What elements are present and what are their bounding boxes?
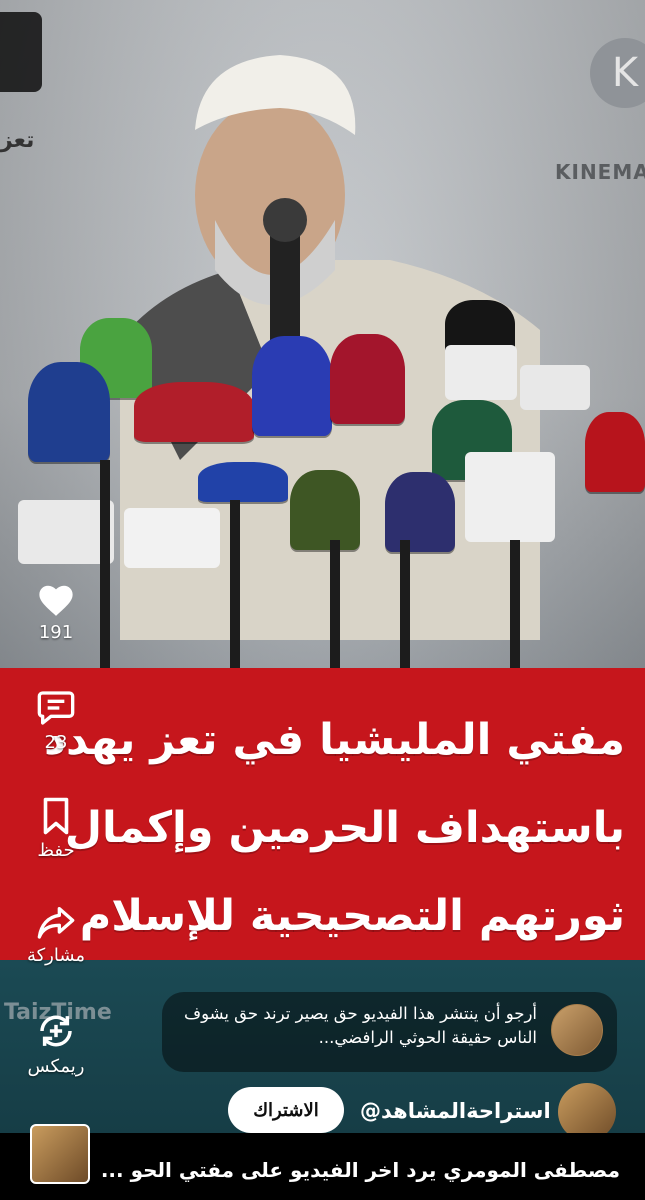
microphone [134,382,254,442]
comments-button[interactable]: 23 [6,688,106,753]
like-button[interactable]: 191 [6,582,106,643]
kinemaster-watermark: KINEMA [555,160,645,184]
remix-button[interactable]: ريمكس [6,1010,106,1077]
next-video-thumbnail[interactable] [30,1124,90,1184]
channel-name[interactable]: @استراحةالمشاهد [360,1099,551,1123]
comments-count: 23 [44,732,68,753]
microphone-flag [520,365,590,410]
channel-watermark-logo [0,12,42,92]
commenter-avatar [551,1004,603,1056]
microphone [385,472,455,552]
share-label: مشاركة [26,945,86,966]
like-count: 191 [38,622,74,643]
microphone-flag [124,508,220,568]
caption-line: ثورتهم التصحيحية للإسلام [79,891,625,941]
microphone [28,362,110,462]
caption-line: باستهداف الحرمين وإكمال [64,803,625,853]
microphone-flag [445,345,517,400]
caption-line: مفتي المليشيا في تعز يهدد [43,715,625,765]
save-label: حفظ [37,840,75,861]
microphone [585,412,645,492]
microphone [330,334,405,424]
microphone [252,336,332,436]
comment-text: أرجو أن ينتشر هذا الفيديو حق يصير ترند ح… [183,1004,537,1047]
share-icon [37,907,75,939]
microphone-stand [330,540,340,670]
pinned-comment[interactable]: أرجو أن ينتشر هذا الفيديو حق يصير ترند ح… [162,992,617,1072]
microphone [290,470,360,550]
microphone [198,462,288,502]
microphone-stand [510,540,520,670]
save-button[interactable]: حفظ [6,796,106,861]
next-video-title[interactable]: مصطفى المومري يرد اخر الفيديو على مفتي ا… [100,1158,620,1182]
remix-icon [40,1015,72,1047]
microphone-stand [400,540,410,670]
shorts-player: تعز K KINEMA مفتي المليشيا في تعز يهدد ب… [0,0,645,1200]
bookmark-icon [43,797,69,835]
comment-icon [37,691,75,725]
channel-watermark-text: تعز [0,128,35,153]
remix-label: ريمكس [27,1056,85,1077]
subscribe-button[interactable]: الاشتراك [228,1087,344,1133]
microphone-stand [230,500,240,670]
microphone-flag [465,452,555,542]
heart-icon [39,585,73,616]
share-button[interactable]: مشاركة [6,903,106,966]
